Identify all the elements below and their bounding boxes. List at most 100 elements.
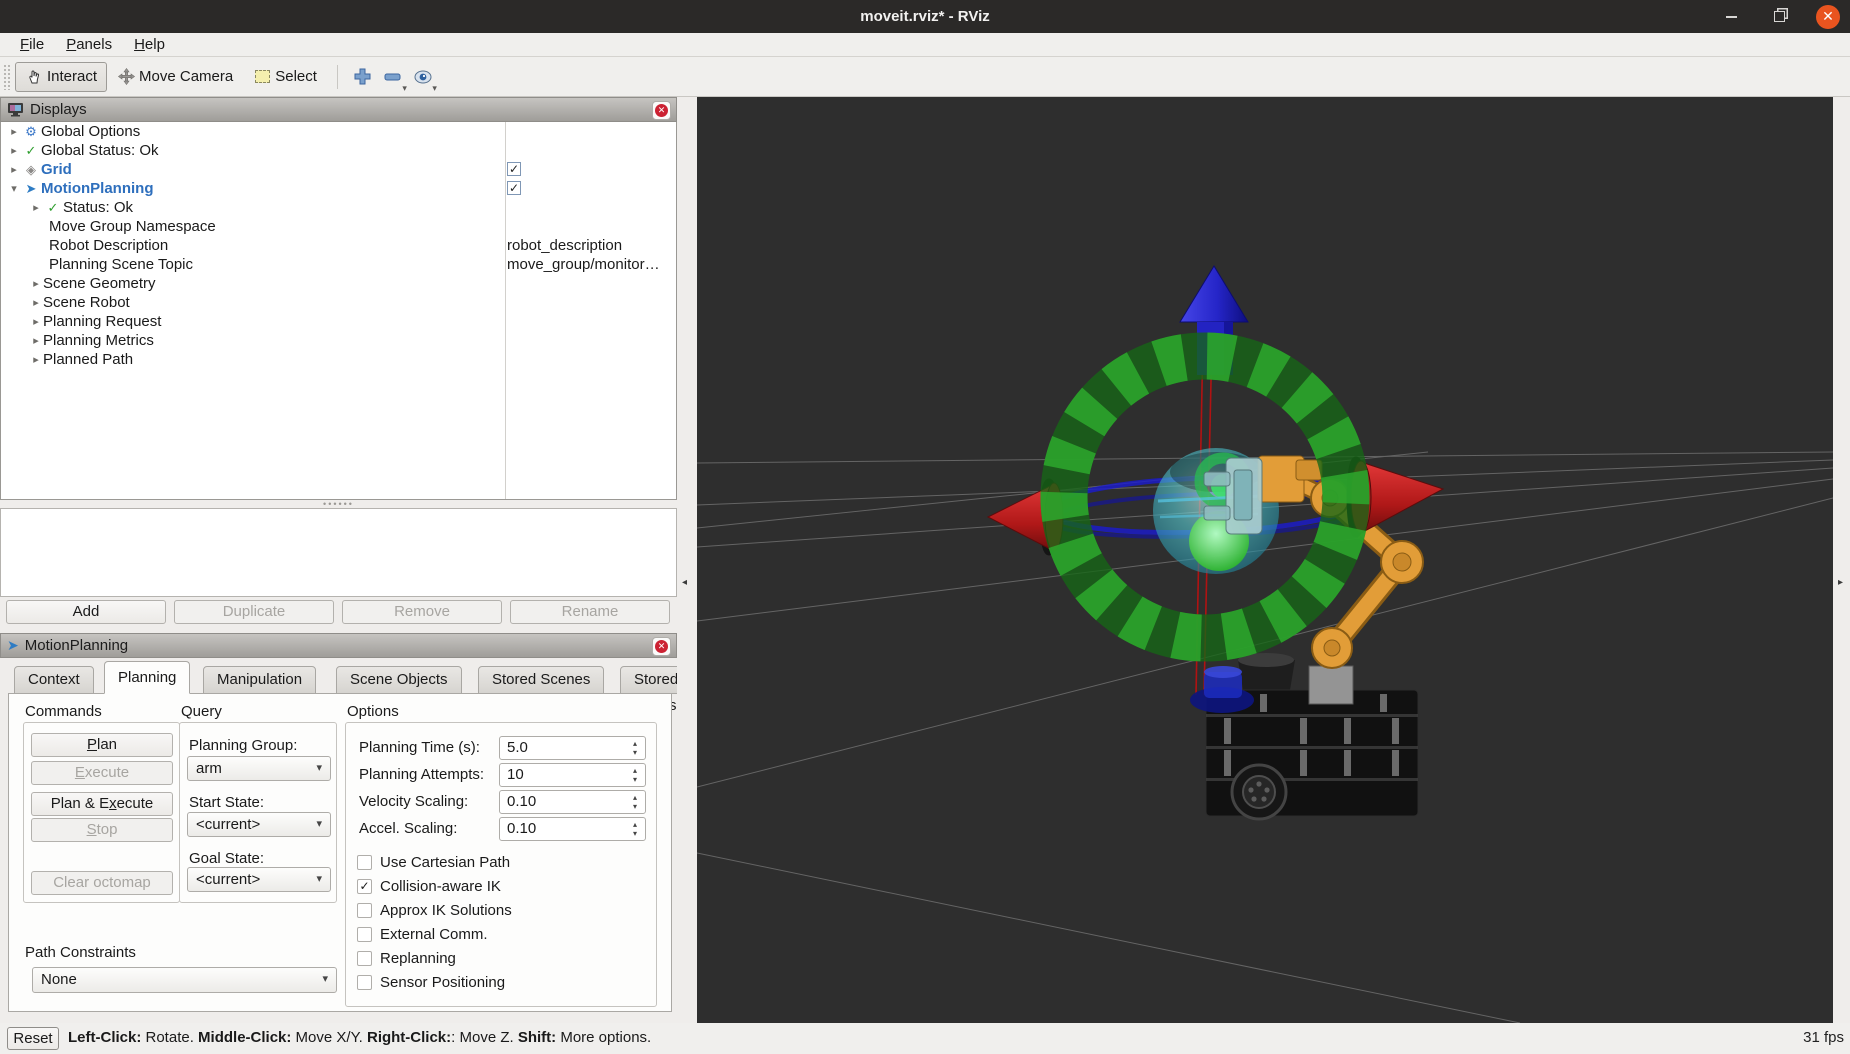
planning-time-s-label: Planning Time (s): xyxy=(359,739,480,756)
tree-item-value[interactable]: robot_description xyxy=(507,236,622,255)
motionplanning-close-button[interactable]: ✕ xyxy=(652,637,671,656)
panel-splitter[interactable]: •••••• xyxy=(0,499,677,509)
tree-row[interactable]: ▸ ✓ Status: Ok xyxy=(1,198,676,217)
combo-value: <current> xyxy=(196,871,261,888)
tab-manipulation[interactable]: Manipulation xyxy=(203,666,317,694)
tree-item-label: Planning Metrics xyxy=(43,332,154,349)
spin-arrows-icon[interactable]: ▴ ▾ xyxy=(627,791,643,813)
tree-item-label: Grid xyxy=(41,161,72,178)
menu-item-help[interactable]: Help xyxy=(124,34,175,55)
expander-collapsed-icon[interactable]: ▸ xyxy=(29,277,43,290)
spin-arrows-icon[interactable]: ▴ ▾ xyxy=(627,818,643,840)
use-cartesian-path-checkbox-row[interactable]: Use Cartesian Path xyxy=(357,854,510,871)
expander-collapsed-icon[interactable]: ▸ xyxy=(29,353,43,366)
move-camera-tool-button[interactable]: Move Camera xyxy=(107,62,243,92)
clear-octomap-button: Clear octomap xyxy=(31,871,173,895)
tab-context[interactable]: Context xyxy=(14,666,94,694)
chevron-down-icon: ▾ xyxy=(316,818,322,830)
spin-arrows-icon[interactable]: ▴ ▾ xyxy=(627,764,643,786)
approx-ik-solutions-checkbox-row[interactable]: Approx IK Solutions xyxy=(357,902,512,919)
collision-aware-ik-checkbox-row[interactable]: ✓ Collision-aware IK xyxy=(357,878,501,895)
plan-button[interactable]: Plan xyxy=(31,733,173,757)
planning-time-s-spinbox[interactable]: 5.0 ▴ ▾ xyxy=(499,736,646,760)
checkbox[interactable] xyxy=(357,975,372,990)
add-display-button[interactable]: Add xyxy=(6,600,166,624)
goal-state-combo[interactable]: <current> ▾ xyxy=(187,867,331,892)
checkbox-label: External Comm. xyxy=(380,926,488,943)
zoom-in-button[interactable] xyxy=(348,62,378,92)
plan-execute-button[interactable]: Plan & Execute xyxy=(31,792,173,816)
tree-item-value[interactable]: move_group/monitor… xyxy=(507,255,660,274)
toolbar-drag-handle[interactable] xyxy=(3,63,11,90)
right-splitter-gutter[interactable]: ▸ xyxy=(1833,97,1850,1023)
display-enabled-checkbox[interactable]: ✓ xyxy=(507,181,521,195)
left-splitter-gutter[interactable]: ◂ xyxy=(677,97,697,1023)
start-state-combo[interactable]: <current> ▾ xyxy=(187,812,331,837)
zoom-out-button[interactable]: ▾ xyxy=(378,62,408,93)
spin-arrows-icon[interactable]: ▴ ▾ xyxy=(627,737,643,759)
tree-row[interactable]: ▸ Scene Geometry xyxy=(1,274,676,293)
tree-item-label: Status: Ok xyxy=(63,199,134,216)
focus-camera-button[interactable]: ▾ xyxy=(408,62,438,93)
accel-scaling-spinbox[interactable]: 0.10 ▴ ▾ xyxy=(499,817,646,841)
tree-row[interactable]: ▸ ⚙ Global Options xyxy=(1,122,676,141)
tree-row[interactable]: ▸ Planned Path xyxy=(1,350,676,369)
displays-panel-header[interactable]: Displays ✕ xyxy=(0,97,677,122)
replanning-checkbox-row[interactable]: Replanning xyxy=(357,950,456,967)
checkbox[interactable] xyxy=(357,855,372,870)
planning-attempts-spinbox[interactable]: 10 ▴ ▾ xyxy=(499,763,646,787)
tree-row[interactable]: ▸ ✓ Global Status: Ok xyxy=(1,141,676,160)
tree-row[interactable]: Move Group Namespace xyxy=(1,217,676,236)
tab-scene-objects[interactable]: Scene Objects xyxy=(336,666,462,694)
expander-collapsed-icon[interactable]: ▸ xyxy=(29,334,43,347)
displays-close-button[interactable]: ✕ xyxy=(652,101,671,120)
expander-expanded-icon[interactable]: ▾ xyxy=(7,182,21,195)
motionplanning-panel-title: MotionPlanning xyxy=(24,637,129,654)
expander-collapsed-icon[interactable]: ▸ xyxy=(29,296,43,309)
close-button[interactable]: ✕ xyxy=(1816,4,1840,29)
tree-row[interactable]: Planning Scene Topic move_group/monitor… xyxy=(1,255,676,274)
expander-collapsed-icon[interactable]: ▸ xyxy=(29,201,43,214)
checkbox-checked[interactable]: ✓ xyxy=(357,879,372,894)
tree-row[interactable]: ▾ ➤ MotionPlanning ✓ xyxy=(1,179,676,198)
tree-row[interactable]: ▸ Planning Request xyxy=(1,312,676,331)
motionplanning-panel-header[interactable]: ➤ MotionPlanning ✕ xyxy=(0,633,677,658)
tree-row[interactable]: ▸ Planning Metrics xyxy=(1,331,676,350)
sensor-positioning-checkbox-row[interactable]: Sensor Positioning xyxy=(357,974,505,991)
collapse-left-icon[interactable]: ◂ xyxy=(682,577,687,588)
expander-collapsed-icon[interactable]: ▸ xyxy=(7,163,21,176)
expander-collapsed-icon[interactable]: ▸ xyxy=(29,315,43,328)
motionplanning-icon: ➤ xyxy=(7,637,19,653)
path-constraints-combo[interactable]: None ▾ xyxy=(32,967,337,993)
move-camera-tool-label: Move Camera xyxy=(139,68,234,85)
external-comm--checkbox-row[interactable]: External Comm. xyxy=(357,926,488,943)
3d-viewport[interactable] xyxy=(696,97,1834,1024)
tree-item-label: Robot Description xyxy=(49,237,169,254)
execute-button: Execute xyxy=(31,761,173,785)
checkbox[interactable] xyxy=(357,927,372,942)
expander-collapsed-icon[interactable]: ▸ xyxy=(7,125,21,138)
collapse-right-icon[interactable]: ▸ xyxy=(1838,577,1843,588)
expander-collapsed-icon[interactable]: ▸ xyxy=(7,144,21,157)
checkbox[interactable] xyxy=(357,903,372,918)
minimize-button[interactable] xyxy=(1720,6,1742,28)
tree-row[interactable]: ▸ ◈ Grid ✓ xyxy=(1,160,676,179)
checkbox[interactable] xyxy=(357,951,372,966)
interact-tool-button[interactable]: Interact xyxy=(15,61,108,92)
tab-stored-scenes[interactable]: Stored Scenes xyxy=(478,666,605,694)
planning-group-combo[interactable]: arm ▾ xyxy=(187,756,331,781)
velocity-scaling-spinbox[interactable]: 0.10 ▴ ▾ xyxy=(499,790,646,814)
tree-row[interactable]: ▸ Scene Robot xyxy=(1,293,676,312)
display-enabled-checkbox[interactable]: ✓ xyxy=(507,162,521,176)
displays-panel-title: Displays xyxy=(30,101,87,118)
tree-row[interactable]: Robot Description robot_description xyxy=(1,236,676,255)
select-tool-button[interactable]: Select xyxy=(243,62,327,92)
menu-item-file[interactable]: File xyxy=(10,34,54,55)
menu-item-panels[interactable]: Panels xyxy=(56,34,122,55)
tab-planning[interactable]: Planning xyxy=(104,661,191,694)
planning-group-label: Planning Group: xyxy=(189,737,298,754)
query-section-label: Query xyxy=(181,703,222,720)
status-bar: Reset Left-Click: Rotate. Middle-Click: … xyxy=(0,1023,1850,1054)
restore-button[interactable] xyxy=(1768,6,1790,28)
reset-button[interactable]: Reset xyxy=(7,1027,59,1050)
